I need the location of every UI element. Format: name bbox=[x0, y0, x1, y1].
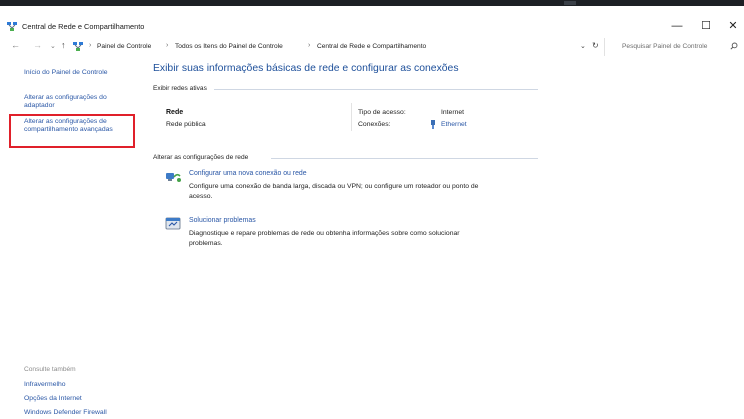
new-connection-icon bbox=[166, 173, 181, 182]
desc-line: Diagnostique e repare problemas de rede … bbox=[189, 230, 460, 237]
recent-locations-button[interactable]: ⌄ bbox=[50, 42, 56, 50]
section-divider bbox=[214, 89, 538, 90]
ethernet-connection-link[interactable]: Ethernet bbox=[441, 121, 467, 128]
see-also-internet-options-link[interactable]: Opções da Internet bbox=[24, 395, 82, 403]
access-type-value: Internet bbox=[441, 109, 465, 116]
sidebar-change-adapter-link[interactable]: Alterar as configurações do adaptador bbox=[24, 94, 107, 110]
desc-line: Configure uma conexão de banda larga, di… bbox=[189, 183, 479, 190]
sidebar-link-line: adaptador bbox=[24, 102, 55, 109]
breadcrumb-separator: › bbox=[89, 42, 92, 49]
taskbar-item bbox=[564, 1, 576, 5]
network-name: Rede bbox=[166, 109, 184, 116]
breadcrumb-separator: › bbox=[308, 42, 311, 49]
control-panel-icon bbox=[73, 42, 83, 51]
troubleshoot-icon bbox=[165, 217, 181, 230]
highlight-box bbox=[9, 114, 135, 148]
setup-connection-link[interactable]: Configurar uma nova conexão ou rede bbox=[189, 170, 307, 177]
forward-button[interactable]: → bbox=[33, 40, 42, 50]
breadcrumb-control-panel[interactable]: Painel de Controle bbox=[97, 43, 151, 50]
window-title: Central de Rede e Compartilhamento bbox=[22, 22, 145, 31]
see-also-firewall-link[interactable]: Windows Defender Firewall bbox=[24, 409, 107, 417]
close-button[interactable]: ✕ bbox=[716, 16, 744, 36]
troubleshoot-desc: Diagnostique e repare problemas de rede … bbox=[189, 229, 549, 248]
active-networks-label: Exibir redes ativas bbox=[153, 85, 207, 92]
network-info-divider bbox=[351, 103, 352, 131]
ethernet-icon bbox=[431, 120, 435, 129]
search-icon[interactable] bbox=[730, 42, 738, 50]
network-center-icon bbox=[7, 22, 17, 31]
sidebar-home-link[interactable]: Início do Painel de Controle bbox=[24, 69, 108, 77]
page-title: Exibir suas informações básicas de rede … bbox=[153, 63, 459, 74]
breadcrumb-all-items[interactable]: Todos os Itens do Painel de Controle bbox=[175, 43, 283, 50]
see-also-title: Consulte também bbox=[24, 366, 76, 373]
sidebar-link-line: Alterar as configurações do bbox=[24, 94, 107, 101]
address-dropdown-button[interactable]: ⌄ bbox=[580, 42, 586, 50]
up-button[interactable]: ↑ bbox=[61, 40, 66, 50]
connections-label: Conexões: bbox=[358, 121, 391, 128]
desc-line: acesso. bbox=[189, 192, 213, 200]
network-type: Rede pública bbox=[166, 121, 206, 128]
setup-connection-desc: Configure uma conexão de banda larga, di… bbox=[189, 182, 549, 201]
see-also-infrared-link[interactable]: Infravermelho bbox=[24, 381, 66, 389]
refresh-button[interactable]: ↻ bbox=[592, 41, 599, 50]
breadcrumb-network-center[interactable]: Central de Rede e Compartilhamento bbox=[317, 43, 426, 50]
section-divider bbox=[271, 158, 538, 159]
back-button[interactable]: ← bbox=[11, 40, 20, 50]
access-type-label: Tipo de acesso: bbox=[358, 109, 406, 116]
breadcrumb-separator: › bbox=[166, 42, 169, 49]
change-settings-label: Alterar as configurações de rede bbox=[153, 154, 249, 161]
search-input[interactable]: Pesquisar Painel de Controle bbox=[622, 43, 707, 50]
desc-line: problemas. bbox=[189, 239, 223, 247]
troubleshoot-link[interactable]: Solucionar problemas bbox=[189, 217, 256, 224]
